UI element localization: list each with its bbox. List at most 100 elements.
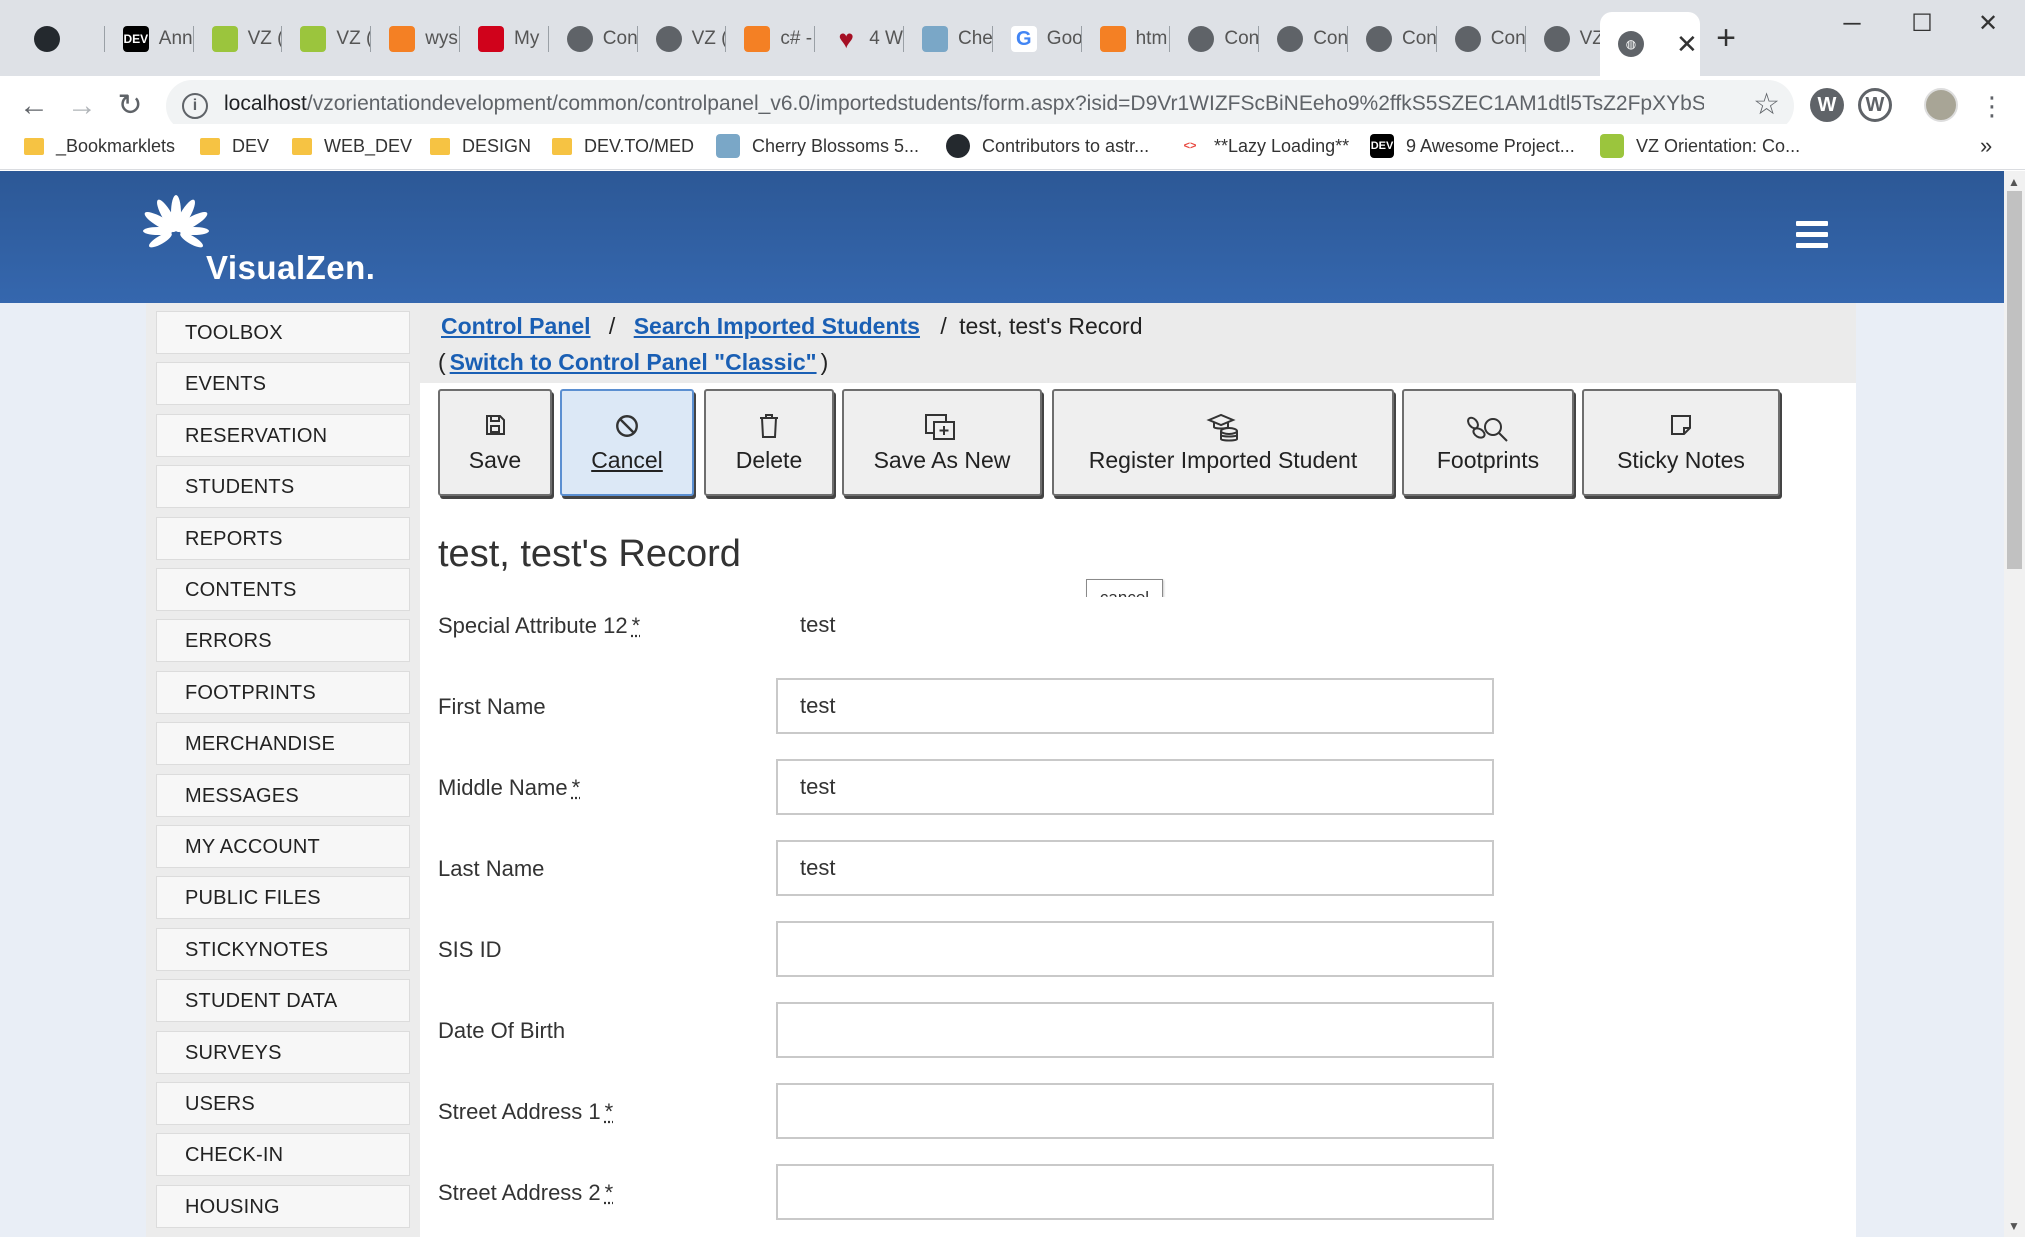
info-icon[interactable]: i xyxy=(182,93,208,119)
bookmark-item[interactable]: Cherry Blossoms 5... xyxy=(716,130,919,162)
browser-tab[interactable]: wys xyxy=(375,18,460,60)
bookmark-item[interactable]: WEB_DEV xyxy=(292,130,412,162)
browser-tab[interactable]: Con xyxy=(1174,18,1260,60)
url-text[interactable]: localhost/vzorientationdevelopment/commo… xyxy=(224,92,1704,116)
forward-button[interactable]: → xyxy=(60,84,104,128)
sticky-notes-button[interactable]: Sticky Notes xyxy=(1582,389,1780,496)
breadcrumb-control-panel[interactable]: Control Panel xyxy=(441,313,591,339)
browser-tab[interactable]: VZ ( xyxy=(198,18,283,60)
sidebar-item-toolbox[interactable]: TOOLBOX xyxy=(156,311,410,354)
tab-separator xyxy=(1169,26,1171,52)
sidebar-item-stickynotes[interactable]: STICKYNOTES xyxy=(156,927,410,971)
street-address-1-input[interactable] xyxy=(776,1083,1494,1139)
sidebar-item-students[interactable]: STUDENTS xyxy=(156,465,410,509)
sis-id-input[interactable] xyxy=(776,921,1494,977)
scroll-down-arrow-icon[interactable]: ▼ xyxy=(2008,1219,2020,1233)
browser-tab[interactable]: DEV Ann xyxy=(109,18,194,60)
bookmark-item[interactable]: <> **Lazy Loading** xyxy=(1178,130,1350,162)
tab-separator xyxy=(991,26,993,52)
last-name-input[interactable]: test xyxy=(776,840,1494,896)
browser-tab[interactable]: Con xyxy=(553,18,638,60)
sidebar-item-my-account[interactable]: MY ACCOUNT xyxy=(156,825,410,868)
bookmark-item[interactable]: DEV.TO/MED xyxy=(552,130,694,162)
maximize-button[interactable]: ☐ xyxy=(1892,6,1952,42)
switch-classic-link[interactable]: Switch to Control Panel "Classic" xyxy=(450,349,817,375)
browser-tab[interactable]: G Goo xyxy=(997,18,1082,60)
tab-separator xyxy=(1080,26,1082,52)
main-content: Control Panel / Search Imported Students… xyxy=(420,303,2004,1237)
folder-icon xyxy=(430,137,450,155)
field-label: SIS ID xyxy=(438,937,502,962)
sidebar-item-housing[interactable]: HOUSING xyxy=(156,1184,410,1228)
reload-button[interactable]: ↻ xyxy=(108,84,152,128)
minimize-button[interactable]: ─ xyxy=(1822,6,1882,42)
tab-title: htm xyxy=(1135,28,1168,49)
save-button[interactable]: Save xyxy=(438,389,552,496)
cancel-button[interactable]: Cancel xyxy=(560,389,694,496)
back-button[interactable]: ← xyxy=(12,84,56,128)
bookmark-label: DEV.TO/MED xyxy=(584,135,695,156)
page-icon xyxy=(922,26,948,52)
bookmark-star-icon[interactable]: ☆ xyxy=(1753,87,1780,122)
first-name-input[interactable]: test xyxy=(776,678,1494,734)
sidebar-item-check-in[interactable]: CHECK-IN xyxy=(156,1133,410,1177)
sidebar-item-footprints[interactable]: FOOTPRINTS xyxy=(156,670,410,714)
sidebar-item-public-files[interactable]: PUBLIC FILES xyxy=(156,876,410,920)
browser-tab[interactable]: My xyxy=(464,18,549,60)
tab-active[interactable]: ◍ ✕ xyxy=(1600,12,1700,76)
breadcrumb-separator: / xyxy=(940,313,947,339)
save-as-new-button[interactable]: Save As New xyxy=(842,389,1042,496)
street-address-2-input[interactable] xyxy=(776,1164,1494,1220)
sidebar-item-surveys[interactable]: SURVEYS xyxy=(156,1030,410,1074)
breadcrumb-search-imported[interactable]: Search Imported Students xyxy=(634,313,920,339)
browser-tab[interactable]: VZ ( xyxy=(642,18,727,60)
close-tab-icon[interactable]: ✕ xyxy=(1676,29,1698,60)
register-imported-student-button[interactable]: Register Imported Student xyxy=(1052,389,1394,496)
close-window-button[interactable]: ✕ xyxy=(1958,6,2018,42)
extension-w-icon[interactable]: W xyxy=(1810,88,1844,122)
profile-avatar[interactable] xyxy=(1924,88,1958,122)
tab-title: Con xyxy=(1402,28,1437,49)
browser-tab[interactable]: VZ ( xyxy=(286,18,372,60)
browser-tab[interactable]: Con xyxy=(1352,18,1437,60)
bookmark-item[interactable]: DEV xyxy=(200,130,269,162)
footprints-button[interactable]: Footprints xyxy=(1402,389,1574,496)
sidebar-item-reports[interactable]: REPORTS xyxy=(156,516,410,560)
page-scrollbar[interactable]: ▲ ▼ xyxy=(2004,171,2025,1237)
sidebar-item-messages[interactable]: MESSAGES xyxy=(156,773,410,817)
browser-tab[interactable]: Con xyxy=(1263,18,1348,60)
hamburger-menu-icon[interactable] xyxy=(1796,221,1828,249)
bookmark-item[interactable]: VZ Orientation: Co... xyxy=(1600,130,1800,162)
browser-tab[interactable] xyxy=(20,18,105,60)
sidebar-item-events[interactable]: EVENTS xyxy=(156,362,410,406)
browser-tab[interactable]: Con xyxy=(1441,18,1526,60)
menu-dots-icon[interactable]: ⋮ xyxy=(1970,84,2014,128)
browser-tab[interactable]: htm xyxy=(1086,18,1171,60)
sidebar-item-users[interactable]: USERS xyxy=(156,1082,410,1125)
extension-w2-icon[interactable]: W xyxy=(1858,88,1892,122)
new-tab-button[interactable]: + xyxy=(1706,18,1746,58)
sidebar-item-student-data[interactable]: STUDENT DATA xyxy=(156,979,410,1023)
sidebar-item-errors[interactable]: ERRORS xyxy=(156,619,410,663)
sidebar-item-merchandise[interactable]: MERCHANDISE xyxy=(156,722,410,766)
date-of-birth-input[interactable] xyxy=(776,1002,1494,1058)
browser-tab[interactable]: Che xyxy=(908,18,993,60)
globe-icon xyxy=(1454,26,1481,52)
sidebar-item-reservation[interactable]: RESERVATION xyxy=(156,413,410,457)
browser-tab[interactable]: c# - xyxy=(730,18,816,60)
vz-leaf-icon xyxy=(211,26,238,52)
browser-tab[interactable]: ♥ 4 W xyxy=(819,18,904,60)
middle-name-input[interactable]: test xyxy=(776,759,1494,815)
special-attribute-12-input[interactable]: test xyxy=(776,597,1494,653)
bookmark-label: _Bookmarklets xyxy=(56,135,176,156)
bookmark-item[interactable]: Contributors to astr... xyxy=(946,130,1149,162)
sidebar-item-contents[interactable]: CONTENTS xyxy=(156,568,410,611)
bookmark-item[interactable]: DEV 9 Awesome Project... xyxy=(1370,130,1575,162)
scrollbar-thumb[interactable] xyxy=(2007,191,2022,569)
bookmark-item[interactable]: DESIGN xyxy=(430,130,531,162)
scroll-up-arrow-icon[interactable]: ▲ xyxy=(2008,175,2020,189)
delete-button[interactable]: Delete xyxy=(704,389,834,496)
bookmark-item[interactable]: _Bookmarklets xyxy=(24,130,175,162)
bookmarks-overflow[interactable]: » xyxy=(1980,130,1992,162)
visualzen-logo[interactable]: VisualZen. xyxy=(136,191,376,291)
